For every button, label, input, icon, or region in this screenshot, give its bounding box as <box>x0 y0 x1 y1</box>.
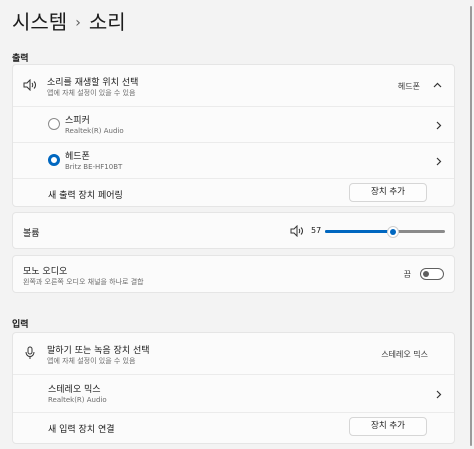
output-select-row[interactable]: 소리를 재생할 위치 선택 앱에 자체 설정이 있을 수 있음 헤드폰 <box>13 65 454 106</box>
output-device-speaker[interactable]: 스피커 Realtek(R) Audio <box>13 106 454 142</box>
output-select-value: 헤드폰 <box>397 82 420 91</box>
input-select-subtitle: 앱에 자체 설정이 있을 수 있음 <box>47 357 136 365</box>
volume-label: 볼륨 <box>23 229 40 239</box>
device-detail: Britz BE-HF10BT <box>65 163 123 171</box>
connect-input-label: 새 입력 장치 연결 <box>48 425 115 435</box>
volume-card: 볼륨 57 <box>12 212 455 249</box>
volume-fill <box>325 230 394 233</box>
mono-audio-card: 모노 오디오 왼쪽과 오른쪽 오디오 채널을 하나로 결합 끔 <box>12 255 455 293</box>
speaker-icon <box>23 79 36 91</box>
output-card: 소리를 재생할 위치 선택 앱에 자체 설정이 있을 수 있음 헤드폰 스피커 … <box>12 64 455 207</box>
volume-mute-toggle-icon[interactable] <box>290 225 304 237</box>
speaker-radio[interactable] <box>48 118 60 130</box>
input-heading: 입력 <box>12 320 29 330</box>
chevron-right-icon <box>436 121 442 130</box>
add-input-device-button[interactable]: 장치 추가 <box>349 417 427 436</box>
input-card: 말하기 또는 녹음 장치 선택 앱에 자체 설정이 있을 수 있음 스테레오 믹… <box>12 332 455 444</box>
device-name: 헤드폰 <box>65 152 90 162</box>
device-name: 스테레오 믹스 <box>48 385 101 395</box>
chevron-right-icon <box>436 390 442 399</box>
chevron-right-icon <box>436 157 442 166</box>
device-name: 스피커 <box>65 116 90 126</box>
scrollbar[interactable] <box>470 6 472 446</box>
output-heading: 출력 <box>12 54 29 64</box>
input-select-value: 스테레오 믹스 <box>381 350 428 359</box>
device-detail: Realtek(R) Audio <box>65 127 124 135</box>
output-select-subtitle: 앱에 자체 설정이 있을 수 있음 <box>47 89 136 97</box>
input-select-title: 말하기 또는 녹음 장치 선택 <box>47 346 150 356</box>
volume-value: 57 <box>311 226 322 235</box>
output-device-headphones[interactable]: 헤드폰 Britz BE-HF10BT <box>13 142 454 178</box>
mono-audio-toggle[interactable] <box>420 268 444 280</box>
pair-output-row: 새 출력 장치 페어링 장치 추가 <box>13 178 454 207</box>
input-select-row[interactable]: 말하기 또는 녹음 장치 선택 앱에 자체 설정이 있을 수 있음 스테레오 믹… <box>13 333 454 374</box>
mono-audio-state: 끔 <box>403 270 411 279</box>
chevron-up-icon[interactable] <box>433 82 442 88</box>
headphones-radio[interactable] <box>48 154 60 166</box>
mono-audio-title: 모노 오디오 <box>23 267 68 277</box>
volume-thumb[interactable] <box>387 226 400 238</box>
add-output-device-button[interactable]: 장치 추가 <box>349 183 427 202</box>
page-title: 소리 <box>88 10 126 34</box>
pair-output-label: 새 출력 장치 페어링 <box>48 191 123 201</box>
output-select-title: 소리를 재생할 위치 선택 <box>47 78 139 88</box>
input-device-stereo-mix[interactable]: 스테레오 믹스 Realtek(R) Audio <box>13 374 454 412</box>
breadcrumb-separator: › <box>75 15 81 31</box>
breadcrumb: 시스템 › 소리 <box>12 8 126 39</box>
connect-input-row: 새 입력 장치 연결 장치 추가 <box>13 412 454 444</box>
device-detail: Realtek(R) Audio <box>48 396 107 404</box>
breadcrumb-parent[interactable]: 시스템 <box>12 10 67 34</box>
mono-audio-subtitle: 왼쪽과 오른쪽 오디오 채널을 하나로 결합 <box>23 278 144 286</box>
microphone-icon <box>25 346 35 359</box>
